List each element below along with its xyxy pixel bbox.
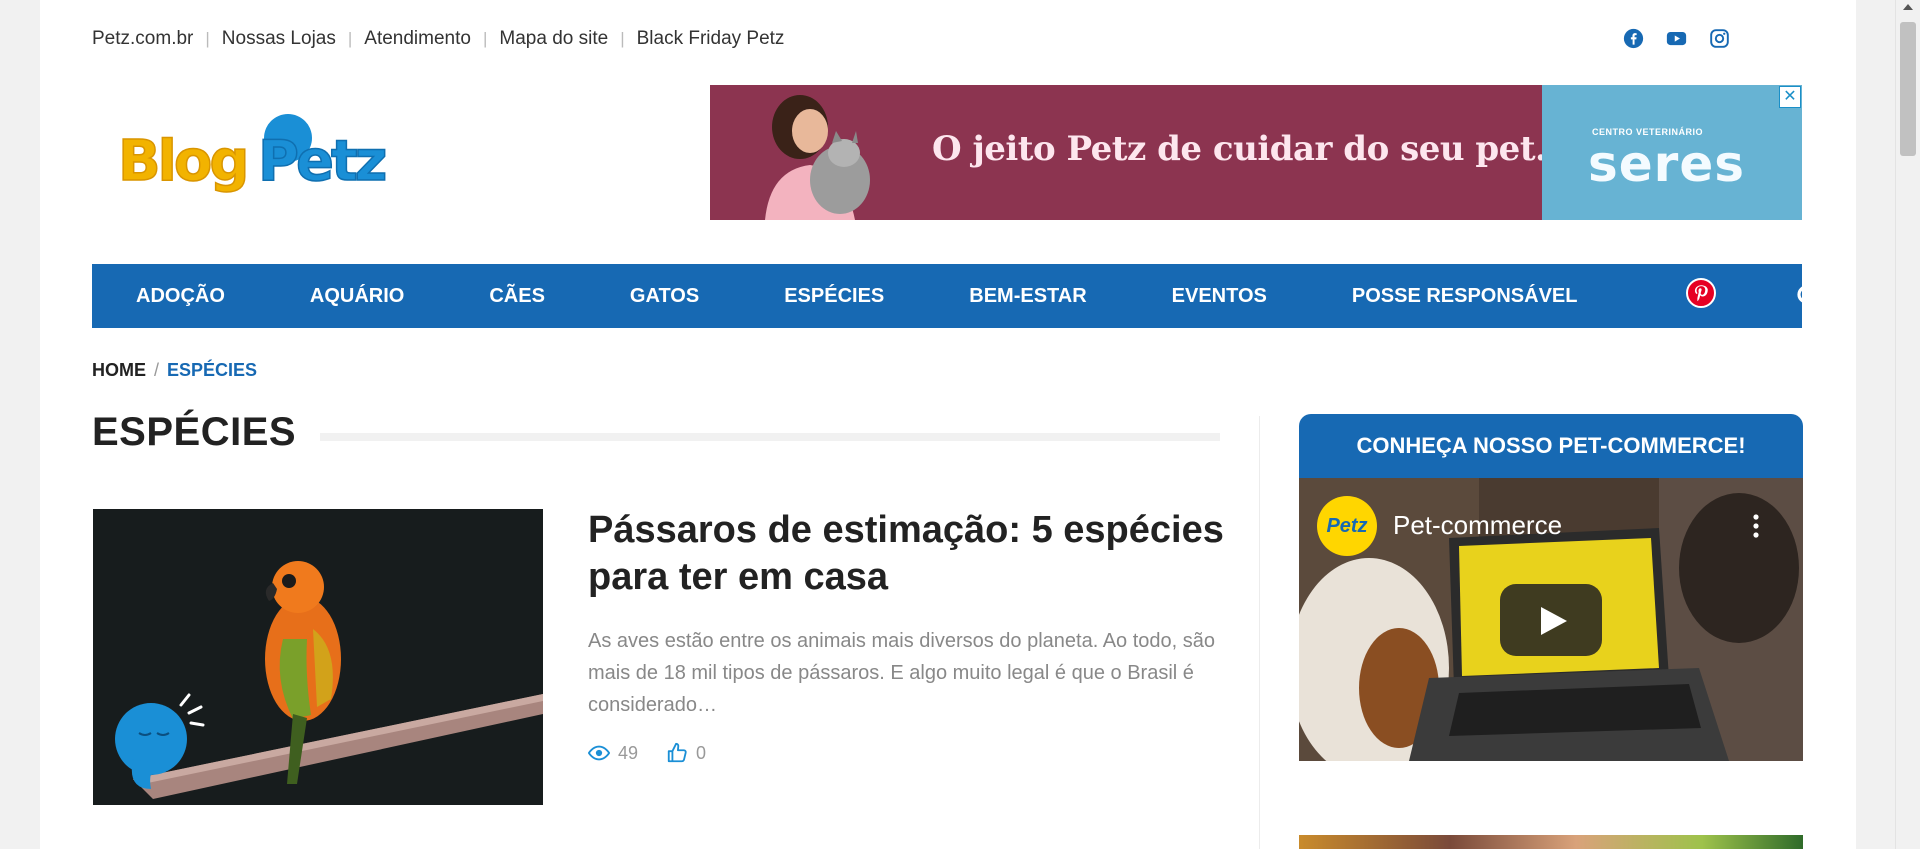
nav-item-gatos[interactable]: GATOS xyxy=(586,285,699,308)
breadcrumb-separator: / xyxy=(154,360,160,380)
top-links: Petz.com.br | Nossas Lojas | Atendimento… xyxy=(92,28,784,50)
separator: | xyxy=(347,29,353,48)
banner-slogan: O jeito Petz de cuidar do seu pet. xyxy=(932,129,1547,169)
woman-with-cat-image xyxy=(765,95,870,220)
youtube-icon[interactable] xyxy=(1666,28,1687,49)
pinterest-icon[interactable] xyxy=(1686,278,1716,308)
nav-item-especies[interactable]: ESPÉCIES xyxy=(740,285,884,308)
instagram-icon[interactable] xyxy=(1709,28,1730,49)
svg-text:Petz: Petz xyxy=(258,129,385,194)
separator: | xyxy=(482,29,488,48)
article-excerpt: As aves estão entre os animais mais dive… xyxy=(588,630,1216,716)
social-links xyxy=(1623,28,1730,49)
close-icon[interactable]: ✕ xyxy=(1779,86,1801,108)
play-button[interactable] xyxy=(1500,584,1602,656)
seres-logo: CENTRO VETERINÁRIO seres xyxy=(1542,85,1802,220)
top-link-petz[interactable]: Petz.com.br xyxy=(92,28,193,50)
nav-item-posse-responsavel[interactable]: POSSE RESPONSÁVEL xyxy=(1308,285,1578,308)
thumbs-up-icon[interactable] xyxy=(666,742,688,764)
article-title[interactable]: Pássaros de estimação: 5 espécies para t… xyxy=(588,507,1228,601)
video-title[interactable]: Pet-commerce xyxy=(1393,510,1562,541)
scrollbar[interactable] xyxy=(1895,0,1920,849)
search-icon[interactable] xyxy=(1795,283,1823,311)
separator: | xyxy=(205,29,210,48)
page-title: ESPÉCIES xyxy=(92,410,297,454)
channel-avatar[interactable]: Petz xyxy=(1317,496,1377,556)
sidebar-widget-title: CONHEÇA NOSSO PET-COMMERCE! xyxy=(1299,414,1803,478)
view-count: 49 xyxy=(618,742,639,763)
next-widget-image[interactable] xyxy=(1299,835,1803,849)
svg-text:Blog: Blog xyxy=(118,129,246,194)
scroll-up-icon[interactable] xyxy=(1903,4,1913,10)
separator: | xyxy=(620,29,625,48)
article-thumbnail[interactable] xyxy=(93,509,543,805)
nav-item-caes[interactable]: CÃES xyxy=(445,285,545,308)
scrollbar-thumb[interactable] xyxy=(1900,22,1916,156)
page: Petz.com.br | Nossas Lojas | Atendimento… xyxy=(40,0,1856,849)
video-player[interactable]: Petz Pet-commerce xyxy=(1299,478,1803,761)
top-link-lojas[interactable]: Nossas Lojas xyxy=(222,28,336,50)
top-link-mapa[interactable]: Mapa do site xyxy=(499,28,608,50)
nav-item-aquario[interactable]: AQUÁRIO xyxy=(266,285,404,308)
more-options-icon[interactable] xyxy=(1753,514,1759,538)
nav-item-bem-estar[interactable]: BEM-ESTAR xyxy=(925,285,1086,308)
like-count: 0 xyxy=(696,742,707,763)
breadcrumb-current[interactable]: ESPÉCIES xyxy=(167,360,257,381)
main-nav: ADOÇÃO AQUÁRIO CÃES GATOS ESPÉCIES BEM-E… xyxy=(92,264,1821,328)
eye-icon xyxy=(587,742,611,764)
breadcrumb-home[interactable]: HOME xyxy=(92,360,146,381)
breadcrumb: HOME / ESPÉCIES xyxy=(92,360,257,381)
facebook-icon[interactable] xyxy=(1623,28,1644,49)
top-link-black-friday[interactable]: Black Friday Petz xyxy=(637,28,785,50)
nav-item-adocao[interactable]: ADOÇÃO xyxy=(92,285,225,308)
title-divider xyxy=(320,433,1220,441)
article-meta: 49 0 xyxy=(587,742,707,764)
column-divider xyxy=(1259,416,1260,849)
ad-banner[interactable]: O jeito Petz de cuidar do seu pet. CENTR… xyxy=(710,85,1802,220)
blog-petz-logo[interactable]: Blog Petz xyxy=(117,112,408,196)
top-link-atendimento[interactable]: Atendimento xyxy=(364,28,471,50)
seres-title: seres xyxy=(1588,135,1746,193)
nav-item-eventos[interactable]: EVENTOS xyxy=(1128,285,1267,308)
